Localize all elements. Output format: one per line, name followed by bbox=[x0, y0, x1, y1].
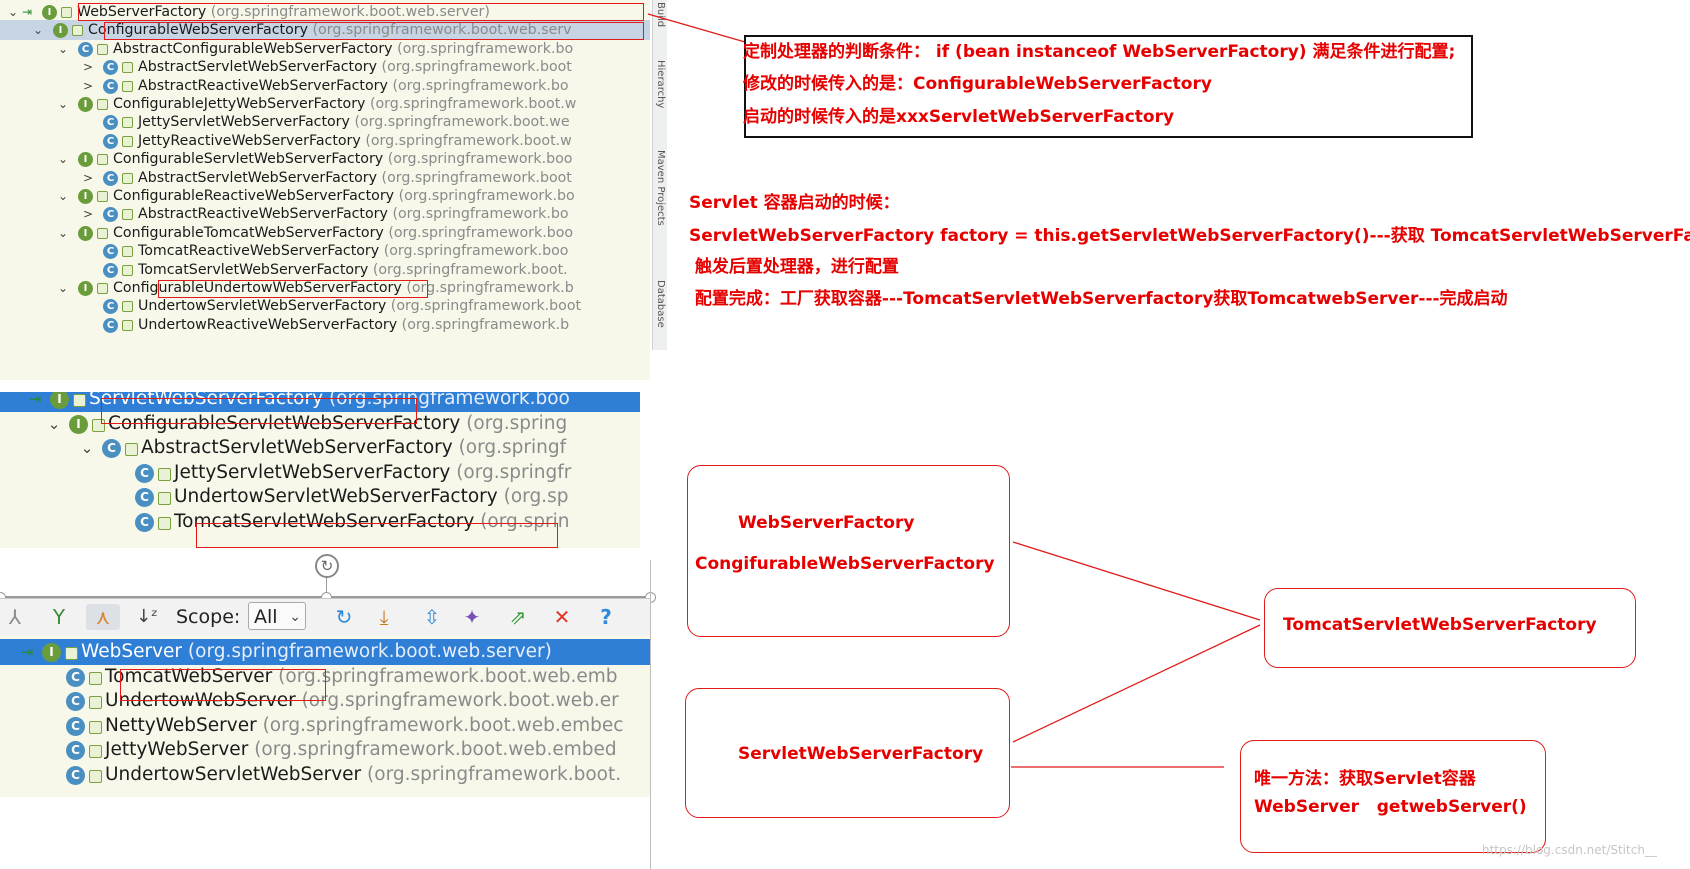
servlet-note-title: Servlet 容器启动的时候： bbox=[689, 193, 900, 213]
servlet-note-trigger: 触发后置处理器，进行配置 bbox=[689, 257, 899, 277]
node-factories: WebServerFactory CongifurableWebServerFa… bbox=[687, 465, 1010, 637]
node-method-signature: WebServer getwebServer() bbox=[1254, 797, 1527, 817]
watermark: https://blog.csdn.net/Stitch__ bbox=[1482, 843, 1657, 857]
link-servlet-tomcat bbox=[1012, 624, 1261, 743]
node-method: 唯一方法：获取Servlet容器 WebServer getwebServer(… bbox=[1240, 740, 1546, 853]
note-condition: 定制处理器的判断条件： if (bean instanceof WebServe… bbox=[743, 42, 1456, 62]
link-factories-tomcat bbox=[1012, 541, 1261, 621]
servlet-note-complete: 配置完成：工厂获取容器---TomcatServletWebServerfact… bbox=[689, 289, 1508, 309]
node-webserverfactory: WebServerFactory bbox=[738, 513, 915, 533]
note-startup: 启动的时候传入的是xxxServletWebServerFactory bbox=[743, 107, 1175, 127]
leader-line-1 bbox=[647, 13, 746, 43]
node-servlet-label: ServletWebServerFactory bbox=[738, 744, 984, 764]
note-modify: 修改的时候传入的是：ConfigurableWebServerFactory bbox=[743, 74, 1212, 94]
node-tomcat: TomcatServletWebServerFactory bbox=[1264, 588, 1636, 668]
node-configurablewebserverfactory: CongifurableWebServerFactory bbox=[695, 554, 995, 574]
node-tomcat-label: TomcatServletWebServerFactory bbox=[1283, 615, 1597, 635]
node-method-title: 唯一方法：获取Servlet容器 bbox=[1254, 769, 1476, 789]
servlet-note-factory: ServletWebServerFactory factory = this.g… bbox=[689, 226, 1690, 246]
node-servlet: ServletWebServerFactory bbox=[685, 688, 1010, 818]
